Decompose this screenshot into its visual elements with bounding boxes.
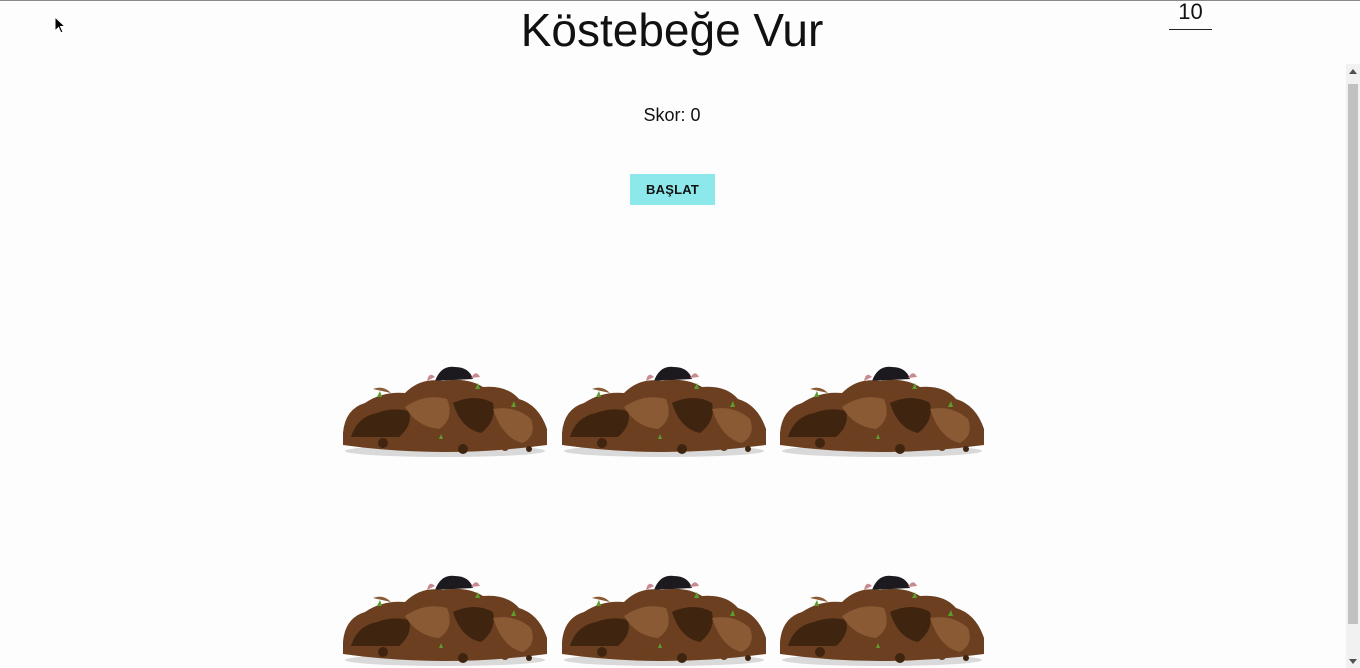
scrollbar-thumb[interactable]	[1348, 84, 1358, 624]
game-title: Köstebeğe Vur	[520, 4, 824, 56]
scroll-up-arrow-icon[interactable]	[1349, 69, 1357, 74]
dirt-mound-icon	[562, 575, 766, 666]
mole-hole-5[interactable]	[562, 572, 766, 668]
start-button[interactable]: BAŞLAT	[630, 174, 715, 205]
mole-hole-1[interactable]	[343, 363, 547, 463]
mole-hole-4[interactable]	[343, 572, 547, 668]
dirt-mound-icon	[343, 366, 547, 457]
vertical-scrollbar[interactable]	[1346, 64, 1360, 668]
scroll-down-arrow-icon[interactable]	[1349, 659, 1357, 664]
mole-hole-3[interactable]	[780, 363, 984, 463]
timer-display: 10	[1169, 1, 1212, 30]
dirt-mound-icon	[343, 575, 547, 666]
dirt-mound-icon	[562, 366, 766, 457]
game-page: Köstebeğe Vur 10 Skor: 0 BAŞLAT	[0, 0, 1360, 668]
score-display: Skor: 0	[643, 105, 701, 125]
mole-hole-2[interactable]	[562, 363, 766, 463]
dirt-mound-icon	[780, 366, 984, 457]
dirt-mound-icon	[780, 575, 984, 666]
mole-hole-6[interactable]	[780, 572, 984, 668]
